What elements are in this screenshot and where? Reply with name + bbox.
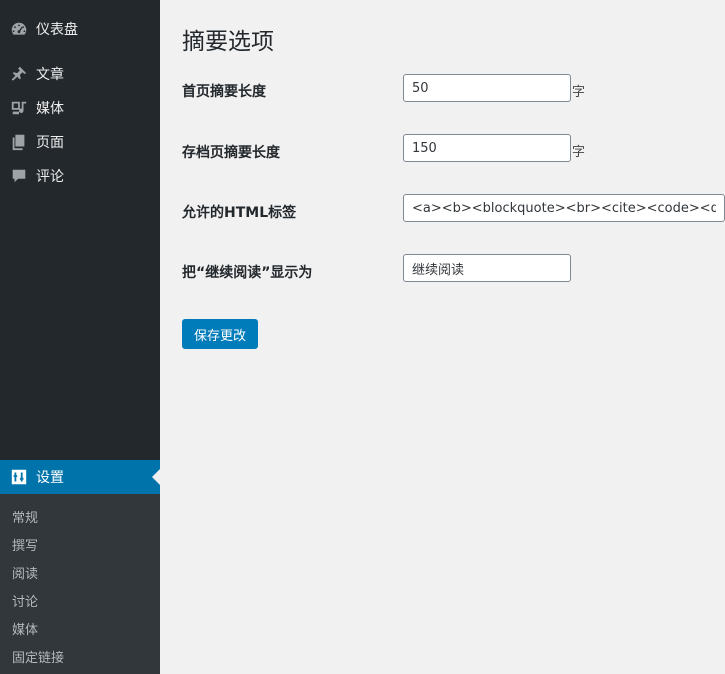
sidebar-item-comments[interactable]: 评论 [0, 159, 160, 193]
sidebar-item-settings[interactable]: 设置 [0, 460, 160, 494]
sidebar-item-media[interactable]: 媒体 [0, 91, 160, 125]
main-content: 摘要选项 首页摘要长度 字 存档页摘要长度 字 允许的HTML标签 把“继续阅读… [160, 0, 725, 674]
sidebar-item-pages[interactable]: 页面 [0, 125, 160, 159]
read-more-label: 把“继续阅读”显示为 [182, 265, 313, 281]
sidebar-item-label: 文章 [36, 67, 64, 83]
submenu-item-writing[interactable]: 撰写 [12, 535, 38, 554]
pages-icon [9, 132, 29, 152]
media-icon [9, 98, 29, 118]
page-title: 摘要选项 [182, 29, 274, 55]
submenu-item-media[interactable]: 媒体 [12, 619, 38, 638]
dashboard-icon [9, 19, 29, 39]
comments-icon [9, 166, 29, 186]
sidebar-item-label: 媒体 [36, 101, 64, 117]
save-changes-button[interactable]: 保存更改 [182, 319, 259, 349]
sidebar-item-label: 仪表盘 [36, 22, 78, 38]
sidebar-item-label: 设置 [36, 470, 64, 486]
read-more-input[interactable] [403, 254, 571, 282]
home-excerpt-suffix: 字 [572, 85, 586, 100]
submenu-item-permalinks[interactable]: 固定链接 [12, 647, 64, 666]
submenu-item-reading[interactable]: 阅读 [12, 563, 38, 582]
archive-excerpt-suffix: 字 [572, 145, 586, 160]
submenu-item-general[interactable]: 常规 [12, 507, 38, 526]
archive-excerpt-input[interactable] [403, 134, 571, 162]
pin-icon [9, 64, 29, 84]
settings-submenu: 常规 撰写 阅读 讨论 媒体 固定链接 [0, 494, 160, 674]
sidebar-item-label: 评论 [36, 169, 64, 185]
submenu-item-discussion[interactable]: 讨论 [12, 591, 38, 610]
allowed-html-input[interactable] [403, 194, 725, 222]
home-excerpt-label: 首页摘要长度 [182, 84, 266, 100]
sidebar-item-dashboard[interactable]: 仪表盘 [0, 12, 160, 46]
sidebar-item-label: 页面 [36, 135, 64, 151]
settings-icon [9, 467, 29, 487]
admin-sidebar: 仪表盘 文章 媒体 页面 评论 设置 常规 撰写 阅读 讨论 媒体 固定链接 [0, 0, 160, 674]
archive-excerpt-label: 存档页摘要长度 [182, 145, 280, 161]
home-excerpt-input[interactable] [403, 74, 571, 102]
current-menu-arrow [152, 469, 160, 485]
sidebar-item-posts[interactable]: 文章 [0, 57, 160, 91]
allowed-html-label: 允许的HTML标签 [182, 205, 297, 221]
